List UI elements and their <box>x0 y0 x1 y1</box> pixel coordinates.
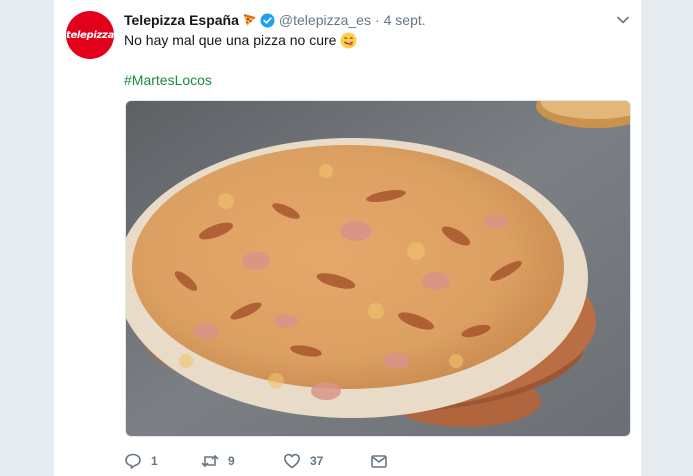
like-button[interactable]: 37 <box>283 452 370 470</box>
tweet-date[interactable]: 4 sept. <box>384 12 426 28</box>
avatar[interactable]: telepizza <box>66 11 114 59</box>
hashtag-link[interactable]: #MartesLocos <box>124 71 212 89</box>
direct-message-button[interactable] <box>370 452 388 470</box>
separator-dot: · <box>374 12 380 28</box>
tweet-text: No hay mal que una pizza no cure <box>124 31 357 49</box>
tweet-body: No hay mal que una pizza no cure <box>124 32 337 48</box>
yum-face-icon <box>340 32 357 49</box>
heart-icon <box>284 453 300 469</box>
avatar-logo-text: telepizza <box>66 29 114 41</box>
retweet-button[interactable]: 9 <box>201 452 283 470</box>
tweet-header: Telepizza España @telepizza_es · 4 sept. <box>124 10 631 30</box>
reply-count: 1 <box>151 454 158 468</box>
verified-badge-icon <box>260 13 275 28</box>
display-name[interactable]: Telepizza España <box>124 12 239 28</box>
like-count: 37 <box>310 454 324 468</box>
tweet-photo[interactable] <box>125 100 631 437</box>
retweet-count: 9 <box>228 454 235 468</box>
reply-button[interactable]: 1 <box>124 452 201 470</box>
chevron-down-icon[interactable] <box>615 12 631 28</box>
user-handle[interactable]: @telepizza_es <box>279 12 371 28</box>
mail-icon <box>371 455 387 468</box>
tweet-actions: 1 9 37 <box>124 451 388 471</box>
retweet-icon <box>201 455 219 467</box>
tweet-card[interactable]: telepizza Telepizza España @telepizza_es… <box>54 0 641 476</box>
pizza-icon <box>242 13 256 27</box>
reply-icon <box>125 453 141 469</box>
